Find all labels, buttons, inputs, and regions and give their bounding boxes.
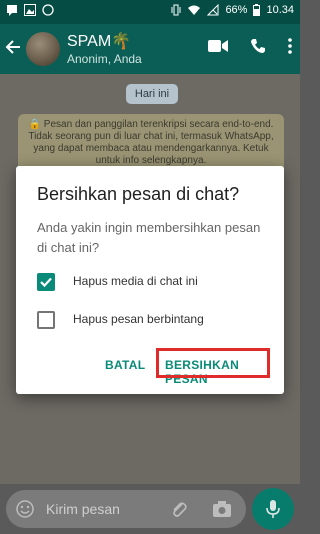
option-label: Hapus media di chat ini (73, 274, 198, 288)
dialog-title: Bersihkan pesan di chat? (37, 184, 240, 204)
clear-chat-dialog: Bersihkan pesan di chat? Anda yakin ingi… (16, 166, 284, 394)
checkbox-checked-icon[interactable] (37, 273, 55, 291)
checkbox-unchecked-icon[interactable] (37, 311, 55, 329)
option-delete-media[interactable]: Hapus media di chat ini (37, 273, 257, 295)
option-label: Hapus pesan berbintang (73, 312, 204, 326)
cancel-button[interactable]: BATAL (105, 358, 145, 372)
dialog-message: Anda yakin ingin membersihkan pesan di c… (37, 220, 261, 255)
highlight-box (156, 348, 270, 378)
option-delete-starred[interactable]: Hapus pesan berbintang (37, 311, 257, 333)
